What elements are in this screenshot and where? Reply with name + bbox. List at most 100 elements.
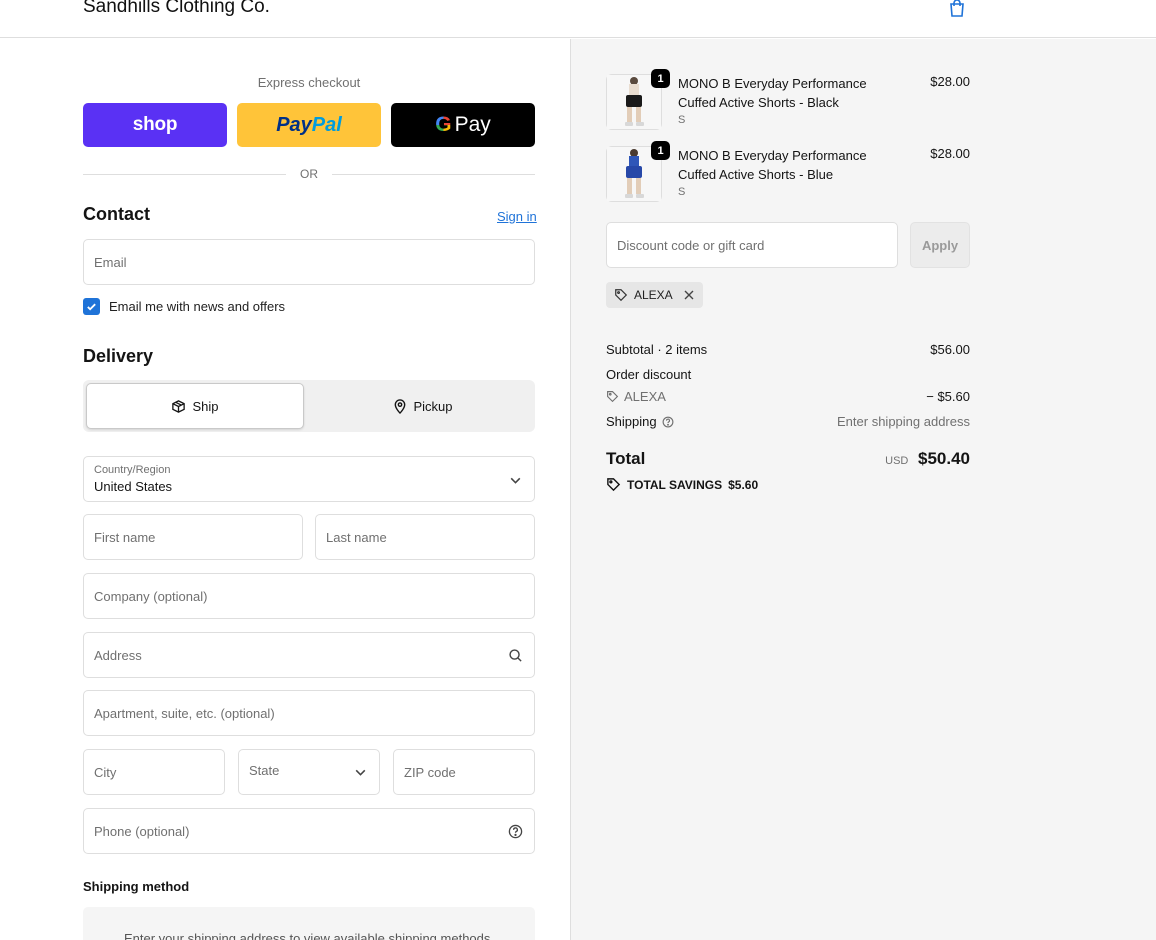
pickup-label: Pickup	[413, 398, 453, 414]
newsletter-option: Email me with news and offers	[83, 298, 285, 315]
country-select[interactable]: Country/Region United States	[83, 456, 535, 502]
shipping-label-group: Shipping	[606, 414, 674, 429]
close-icon[interactable]	[683, 289, 695, 301]
help-circle-icon[interactable]	[508, 824, 523, 839]
country-value: United States	[94, 479, 173, 494]
first-name-placeholder: First name	[94, 529, 156, 545]
discount-code-row: ALEXA − $5.60	[606, 389, 970, 404]
email-field[interactable]: Email	[83, 239, 535, 285]
address-field[interactable]: Address	[83, 632, 535, 678]
delivery-method-toggle: Ship Pickup	[83, 380, 535, 432]
or-divider: OR	[83, 166, 535, 182]
discount-value: − $5.60	[926, 389, 970, 404]
product-price: $28.00	[930, 146, 970, 161]
shop-pay-button[interactable]: shop	[83, 103, 227, 147]
apply-discount-button[interactable]: Apply	[910, 222, 970, 268]
newsletter-label: Email me with news and offers	[109, 299, 286, 314]
shipping-method-notice: Enter your shipping address to view avai…	[83, 907, 535, 940]
order-summary-panel: 1 MONO B Everyday Performance Cuffed Act…	[570, 39, 1156, 940]
subtotal-value: $56.00	[930, 342, 970, 357]
or-label: OR	[300, 167, 318, 181]
tag-icon	[615, 289, 628, 302]
total-savings: TOTAL SAVINGS $5.60	[606, 477, 758, 492]
savings-tag-icon	[607, 478, 621, 492]
box-icon	[172, 399, 186, 413]
contact-title: Contact	[83, 204, 150, 224]
shipping-value: Enter shipping address	[837, 414, 970, 429]
delivery-title: Delivery	[83, 346, 154, 366]
zip-field[interactable]: ZIP code	[393, 749, 535, 795]
tag-icon	[607, 391, 619, 403]
express-checkout-title: Express checkout	[257, 75, 361, 90]
total-label: Total	[606, 449, 646, 468]
city-field[interactable]: City	[83, 749, 225, 795]
applied-code: ALEXA	[634, 288, 673, 302]
apartment-placeholder: Apartment, suite, etc. (optional)	[94, 705, 275, 721]
shipping-row: Shipping Enter shipping address	[606, 414, 970, 429]
shop-pay-label: shop	[132, 114, 178, 135]
product-price: $28.00	[930, 74, 970, 89]
email-placeholder: Email	[94, 254, 127, 270]
state-select[interactable]: State	[238, 749, 380, 795]
checkout-form-panel: Express checkout shop Pay Pal G Pay OR Con…	[0, 39, 570, 940]
discount-code-input[interactable]: Discount code or gift card	[606, 222, 898, 268]
ship-option[interactable]: Ship	[86, 383, 304, 429]
total-value: $50.40	[918, 449, 970, 468]
first-name-field[interactable]: First name	[83, 514, 303, 560]
product-name: MONO B Everyday Performance Cuffed Activ…	[678, 148, 867, 182]
state-placeholder: State	[249, 762, 280, 778]
currency-code: USD	[885, 455, 909, 467]
zip-placeholder: ZIP code	[404, 764, 456, 780]
pickup-option[interactable]: Pickup	[314, 383, 532, 429]
shipping-method-message: Enter your shipping address to view avai…	[124, 931, 494, 940]
chevron-down-icon	[355, 769, 366, 776]
quantity-badge: 1	[651, 141, 670, 160]
savings-value: $5.60	[728, 477, 759, 492]
total-row: Total USD $50.40	[606, 449, 970, 469]
newsletter-checkbox[interactable]	[83, 298, 100, 315]
product-thumbnail: 1	[606, 141, 670, 202]
phone-placeholder: Phone (optional)	[94, 823, 190, 839]
address-placeholder: Address	[94, 647, 142, 663]
paypal-button[interactable]: Pay Pal	[237, 103, 381, 147]
help-circle-icon[interactable]	[662, 416, 674, 428]
shipping-label: Shipping	[606, 414, 657, 429]
city-placeholder: City	[94, 764, 117, 780]
product-variant: S	[678, 186, 686, 198]
chevron-down-icon	[510, 477, 521, 484]
phone-field[interactable]: Phone (optional)	[83, 808, 535, 854]
product-thumbnail: 1	[606, 69, 670, 130]
discount-placeholder: Discount code or gift card	[617, 237, 765, 253]
company-field[interactable]: Company (optional)	[83, 573, 535, 619]
discount-code-group: ALEXA	[606, 389, 666, 404]
shopping-bag-icon[interactable]	[947, 0, 967, 18]
cart-item: 1 MONO B Everyday Performance Cuffed Act…	[606, 69, 970, 132]
company-placeholder: Company (optional)	[94, 588, 208, 604]
discount-code-label: ALEXA	[624, 389, 666, 404]
google-g-icon: G	[435, 113, 452, 136]
location-pin-icon	[395, 398, 406, 414]
search-icon[interactable]	[508, 648, 523, 663]
apply-label: Apply	[921, 237, 959, 253]
header: Sandhills Clothing Co.	[0, 0, 1156, 38]
store-logo[interactable]: Sandhills Clothing Co.	[83, 0, 270, 18]
savings-label: TOTAL SAVINGS	[627, 477, 723, 492]
quantity-badge: 1	[651, 69, 670, 88]
country-label: Country/Region	[94, 464, 171, 476]
subtotal-label: Subtotal · 2 items	[606, 342, 708, 357]
cart-item: 1 MONO B Everyday Performance Cuffed Act…	[606, 141, 970, 204]
order-discount-label: Order discount	[606, 367, 692, 382]
applied-discount-chip: ALEXA	[606, 282, 703, 308]
product-variant: S	[678, 114, 686, 126]
apartment-field[interactable]: Apartment, suite, etc. (optional)	[83, 690, 535, 736]
last-name-placeholder: Last name	[326, 529, 387, 545]
google-pay-label: Pay	[454, 113, 491, 136]
sign-in-link[interactable]: Sign in	[497, 209, 537, 224]
shipping-method-title: Shipping method	[83, 879, 190, 894]
subtotal-row: Subtotal · 2 items $56.00	[606, 342, 970, 357]
last-name-field[interactable]: Last name	[315, 514, 535, 560]
paypal-label-part1: Pay	[276, 113, 312, 136]
google-pay-button[interactable]: G Pay	[391, 103, 535, 147]
paypal-label-part2: Pal	[311, 113, 342, 136]
product-name: MONO B Everyday Performance Cuffed Activ…	[678, 76, 867, 110]
